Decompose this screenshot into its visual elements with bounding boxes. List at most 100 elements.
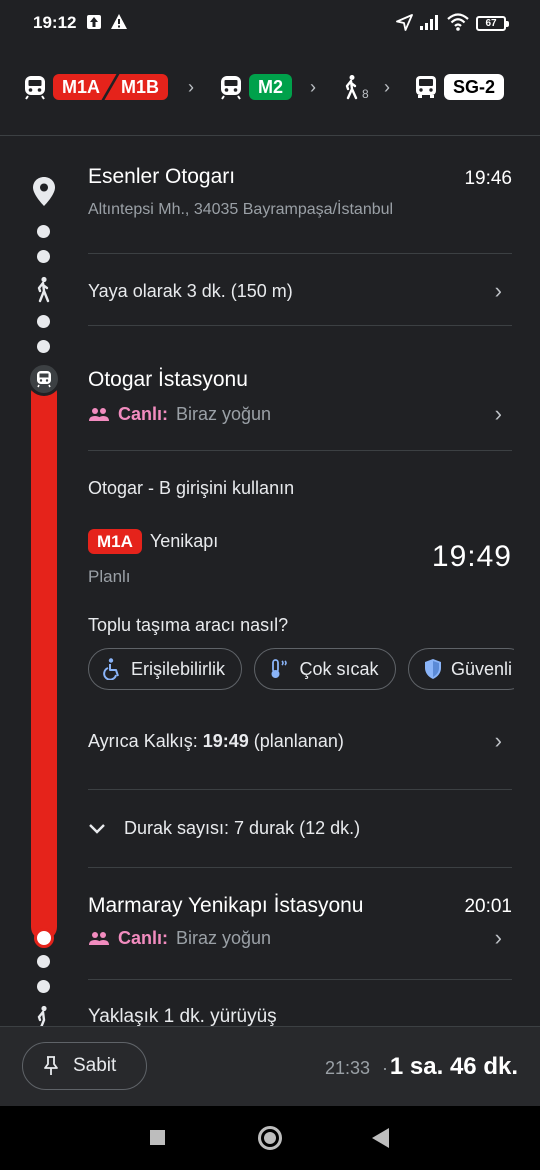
route-segment-bus[interactable]: SG-2 [414,66,505,108]
wifi-icon [447,13,469,31]
train-icon [25,76,45,100]
arrival-time: 21:33 [324,1058,370,1078]
walk-icon [37,276,50,303]
line-badge-m2: M2 [249,74,293,100]
pin-icon [44,1056,58,1075]
thermometer-icon [271,659,288,678]
stops-count: Durak sayısı: 7 durak (12 dk.) [124,818,361,838]
line-label: M1B [121,77,160,97]
walk-minutes: 8 [362,87,369,101]
walk-step[interactable]: Yaya olarak 3 dk. (150 m) [88,281,512,302]
live-value: Biraz yoğun [176,928,272,948]
location-arrow-icon [396,14,413,31]
direction: Yenikapı [149,531,219,551]
chip-too-hot[interactable]: Çok sıcak [254,648,396,690]
also-departs[interactable]: Ayrıca Kalkış: 19:49 (planlanan) [88,731,512,752]
train-icon [221,76,241,100]
location-pin-icon [33,177,55,206]
line-badge-m1a: M1A [88,529,142,554]
station-name[interactable]: Otogar İstasyonu [88,368,512,392]
timeline-dot [37,340,50,353]
status-bar: 19:12 67 [0,0,540,46]
line-label: M1A [62,77,101,97]
recents-button[interactable] [150,1130,165,1145]
live-label: Canlı: [118,404,169,424]
chevron-right-icon: › [384,76,390,97]
warning-icon [111,14,127,29]
origin-address: Altıntepsi Mh., 34035 Bayrampaşa/İstanbu… [88,201,394,218]
crowd-status: Canlı: Biraz yoğun [88,404,512,425]
wheelchair-icon [103,658,119,680]
status-time: 19:12 [33,13,77,32]
divider [88,789,512,790]
chevron-right-icon: › [188,76,194,97]
bottom-bar: Sabit 21:33 · 1 sa. 46 dk. [0,1026,540,1106]
line-badge-m1a-m1b: M1A M1B [53,74,169,100]
home-button[interactable] [258,1126,282,1150]
next-walk-step[interactable]: Yaklaşık 1 dk. yürüyüş [88,1006,277,1028]
also-departs-time: 19:49 [202,731,249,751]
route-segment-metro-m2[interactable]: M2 [218,66,293,108]
battery-indicator: 67 [476,16,509,31]
timeline-dot [37,250,50,263]
upload-notification-icon [87,15,101,29]
destination-station-name[interactable]: Marmaray Yenikapı İstasyonu [88,894,512,918]
transit-line-segment [31,380,57,940]
chip-label: Çok sıcak [299,658,379,679]
line-badge-sg2: SG-2 [444,74,505,100]
system-nav-bar [0,1106,540,1170]
timeline-dot [37,225,50,238]
people-icon [89,407,109,421]
timeline-dot [37,315,50,328]
chevron-right-icon[interactable]: › [495,925,502,951]
crowd-status: Canlı: Biraz yoğun [88,928,512,949]
chip-label: Güvenli [450,658,512,679]
live-value: Biraz yoğun [176,404,272,424]
chip-accessibility[interactable]: Erişilebilirlik [88,648,243,690]
origin-section[interactable]: Esenler Otogarı Altıntepsi Mh., 34035 Ba… [88,165,512,219]
chevron-down-icon [89,823,105,834]
pin-label: Sabit [73,1055,117,1076]
station-marker [27,362,61,396]
pin-button[interactable]: Sabit [22,1042,147,1090]
chevron-right-icon: › [310,76,316,97]
divider [88,325,512,326]
train-icon [37,371,51,388]
bus-icon [416,76,436,98]
people-icon [89,931,109,945]
divider [88,867,512,868]
origin-time: 19:46 [464,168,512,189]
divider [88,450,512,451]
also-departs-prefix: Ayrıca Kalkış: [88,731,203,751]
stops-expander[interactable]: Durak sayısı: 7 durak (12 dk.) [88,818,512,839]
chevron-right-icon[interactable]: › [495,728,502,754]
trip-duration: 1 sa. 46 dk. [389,1053,518,1080]
also-departs-suffix: (planlanan) [248,731,344,751]
screen: 19:12 67 M1A M1B › M2 › 8 › SG-2 Esenler… [0,0,540,1170]
entrance-note: Otogar - B girişini kullanın [88,478,295,498]
signal-icon [420,15,438,30]
route-summary[interactable]: M1A M1B › M2 › 8 › SG-2 [22,66,522,108]
live-label: Canlı: [118,928,169,948]
vehicle-question: Toplu taşıma aracı nasıl? [88,615,289,635]
chevron-right-icon[interactable]: › [495,401,502,427]
back-button[interactable] [372,1128,389,1148]
timeline-dot [37,980,50,993]
separator: · [382,1058,388,1078]
origin-name: Esenler Otogarı [88,165,236,188]
chevron-right-icon[interactable]: › [495,278,502,304]
divider [88,253,512,254]
divider [88,979,512,980]
chip-safety[interactable]: Güvenli [407,648,514,690]
timeline-dot [37,955,50,968]
feedback-chips: Erişilebilirlik Çok sıcak Güvenli [88,648,514,692]
route-segment-walk[interactable]: 8 [340,66,369,108]
walk-icon [345,75,358,100]
departure-time: 19:49 [431,540,512,573]
station-marker-end [34,928,54,948]
route-segment-metro-m1[interactable]: M1A M1B [22,66,169,108]
shield-icon [424,659,441,679]
destination-time: 20:01 [464,896,512,917]
divider [0,135,540,136]
chip-label: Erişilebilirlik [131,658,226,679]
